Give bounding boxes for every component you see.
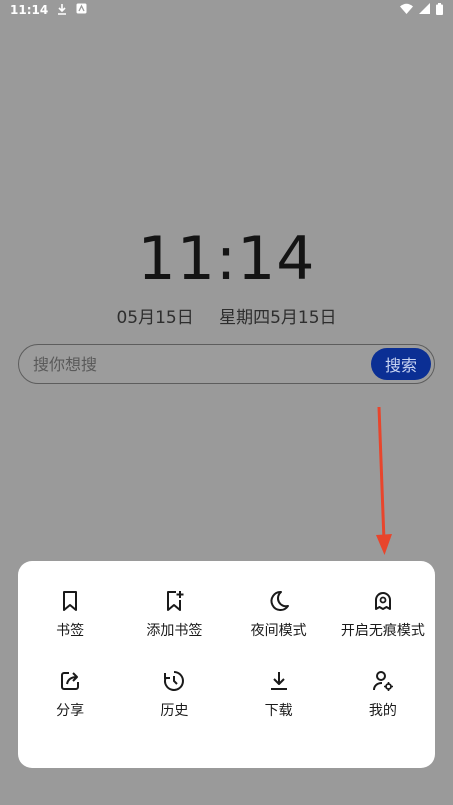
date-text: 05月15日 (116, 308, 194, 328)
status-bar: 11:14 (0, 0, 453, 20)
menu-item-label: 历史 (160, 703, 189, 719)
menu-item-label: 开启无痕模式 (340, 623, 425, 639)
weekday-date-text: 星期四5月15日 (219, 308, 337, 328)
menu-item-incognito[interactable]: 开启无痕模式 (331, 583, 435, 663)
menu-item-label: 我的 (368, 703, 397, 719)
menu-item-downloads[interactable]: 下载 (227, 663, 331, 743)
bottom-menu-panel: 书签 添加书签 夜间模式 开启无痕模式 分享 历史 下载 我的 (18, 561, 435, 768)
menu-item-label: 书签 (56, 623, 85, 639)
search-button[interactable]: 搜索 (371, 348, 431, 380)
app-notification-icon (76, 3, 87, 17)
menu-item-share[interactable]: 分享 (18, 663, 122, 743)
menu-item-label: 夜间模式 (250, 623, 307, 639)
menu-item-label: 分享 (56, 703, 85, 719)
search-bar: 搜索 (18, 344, 435, 384)
wifi-icon (400, 3, 413, 17)
menu-item-history[interactable]: 历史 (122, 663, 226, 743)
history-clock-icon (162, 669, 186, 693)
date-row: 05月15日 星期四5月15日 (0, 303, 453, 328)
download-icon (267, 669, 291, 693)
add-bookmark-icon (162, 589, 186, 613)
status-time: 11:14 (10, 3, 49, 17)
annotation-arrow (376, 406, 392, 555)
moon-icon (267, 589, 291, 613)
bookmark-icon (58, 589, 82, 613)
menu-item-mine[interactable]: 我的 (331, 663, 435, 743)
clock-time: 11:14 (137, 224, 316, 294)
menu-item-add-bookmark[interactable]: 添加书签 (122, 583, 226, 663)
download-notification-icon (56, 3, 68, 18)
signal-icon (419, 3, 430, 17)
user-settings-icon (371, 669, 395, 693)
menu-item-label: 添加书签 (146, 623, 203, 639)
battery-icon (436, 2, 443, 18)
menu-item-bookmarks[interactable]: 书签 (18, 583, 122, 663)
share-icon (58, 669, 82, 693)
search-input[interactable] (19, 353, 371, 375)
menu-item-night-mode[interactable]: 夜间模式 (227, 583, 331, 663)
ghost-icon (371, 589, 395, 613)
menu-item-label: 下载 (264, 703, 293, 719)
